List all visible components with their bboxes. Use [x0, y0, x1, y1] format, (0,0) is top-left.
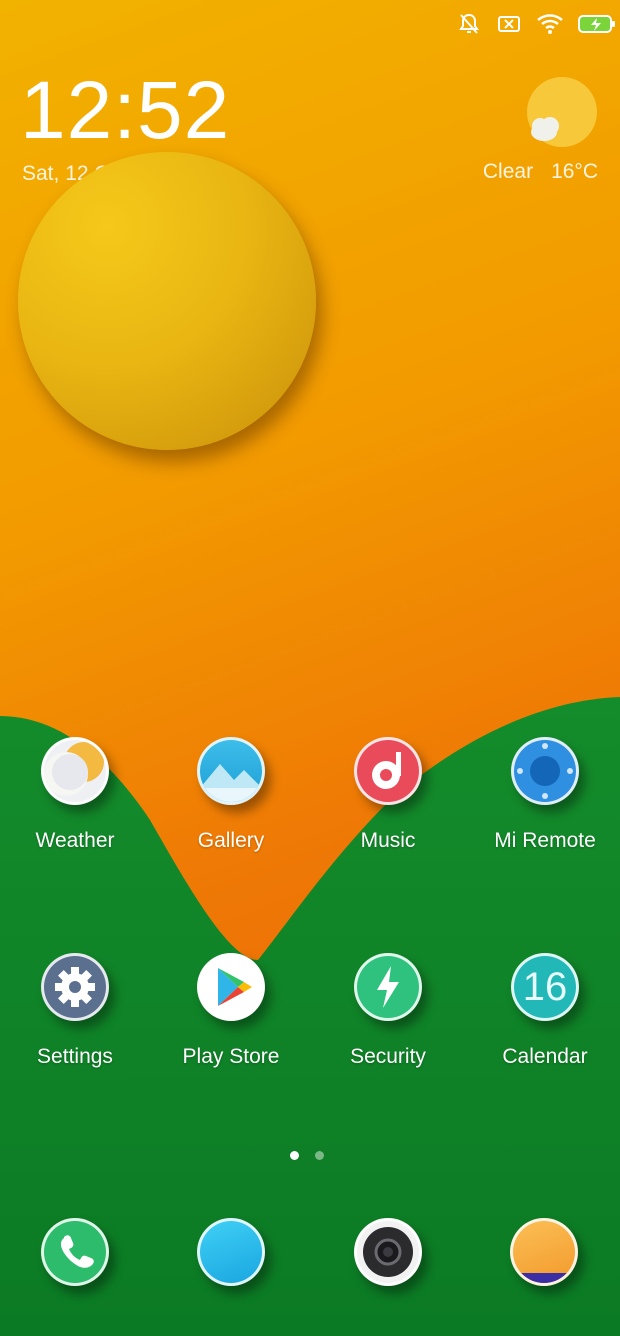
- status-bar: [456, 10, 620, 38]
- music-icon: [354, 737, 422, 805]
- gallery-icon: [197, 737, 265, 805]
- security-bolt-icon: [354, 953, 422, 1021]
- app-label: Settings: [37, 1045, 113, 1068]
- app-label: Security: [350, 1045, 426, 1068]
- app-label: Mi Remote: [494, 829, 596, 852]
- app-settings[interactable]: Settings: [0, 953, 150, 1069]
- page-dot-active[interactable]: [290, 1151, 299, 1160]
- weather-summary[interactable]: Clear 16°C: [483, 160, 598, 184]
- app-label: Music: [360, 829, 416, 852]
- calendar-day: 16: [522, 965, 568, 1009]
- app-label: Weather: [35, 829, 115, 852]
- browser-icon[interactable]: [510, 1218, 578, 1286]
- app-label: Gallery: [197, 829, 265, 852]
- sim-error-icon: [496, 11, 522, 37]
- camera-icon[interactable]: [354, 1218, 422, 1286]
- page-dot[interactable]: [315, 1151, 324, 1160]
- page-indicator: [290, 1151, 324, 1160]
- weather-temperature: 16°C: [551, 160, 598, 183]
- app-music[interactable]: Music: [313, 737, 463, 853]
- app-label: Play Store: [182, 1045, 280, 1068]
- clock-time[interactable]: 12:52: [20, 70, 230, 152]
- wifi-icon: [536, 11, 564, 37]
- wallpaper-sun: [18, 152, 316, 450]
- app-security[interactable]: Security: [313, 953, 463, 1069]
- app-label: Calendar: [502, 1045, 588, 1068]
- messages-icon[interactable]: [197, 1218, 265, 1286]
- app-mi-remote[interactable]: Mi Remote: [470, 737, 620, 853]
- gear-icon: [41, 953, 109, 1021]
- app-calendar[interactable]: 16 Calendar: [470, 953, 620, 1069]
- remote-icon: [511, 737, 579, 805]
- app-play-store[interactable]: Play Store: [156, 953, 306, 1069]
- weather-condition: Clear: [482, 160, 534, 183]
- weather-icon: [41, 737, 109, 805]
- partly-sunny-icon[interactable]: [524, 76, 604, 156]
- battery-charging-icon: [578, 11, 616, 37]
- silent-bell-icon: [456, 11, 482, 37]
- app-weather[interactable]: Weather: [0, 737, 150, 853]
- phone-icon[interactable]: [41, 1218, 109, 1286]
- home-screen: 12:52 Sat, 12 October Clear 16°C Weather: [0, 0, 620, 1336]
- play-store-icon: [197, 953, 265, 1021]
- calendar-icon: 16: [511, 953, 579, 1021]
- app-gallery[interactable]: Gallery: [156, 737, 306, 853]
